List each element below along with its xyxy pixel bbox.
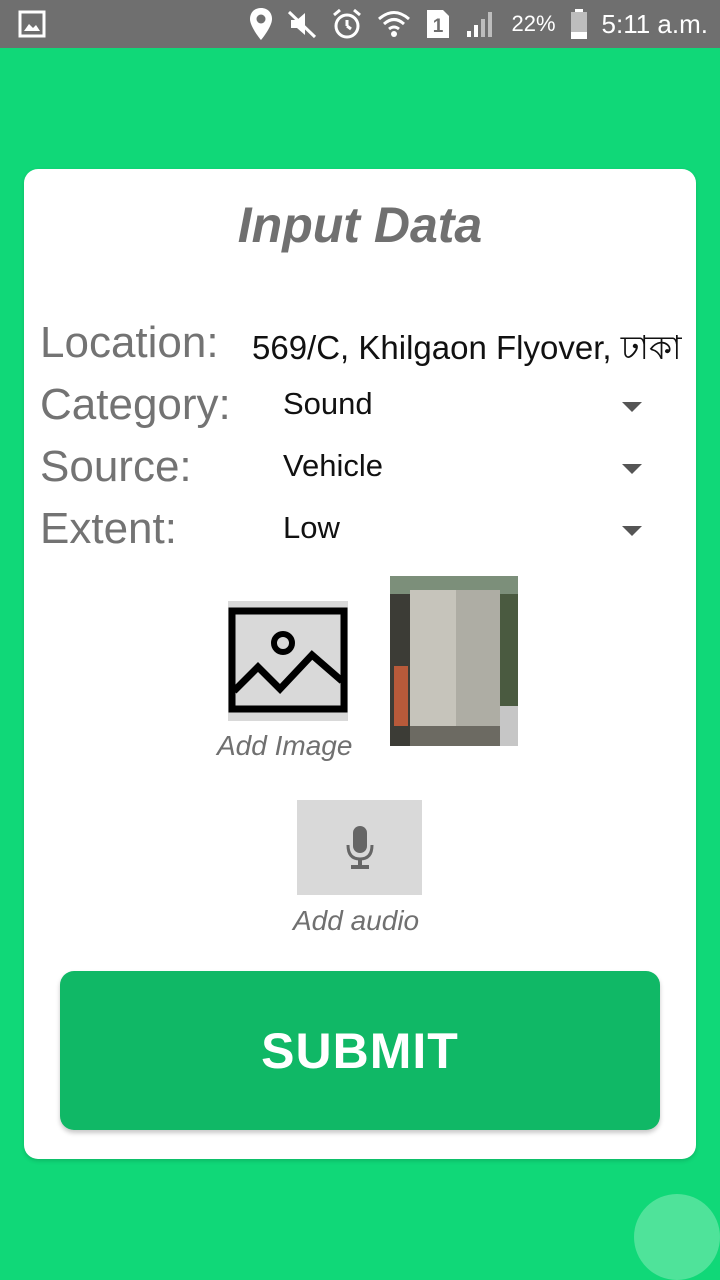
category-selected-value: Sound	[283, 386, 373, 421]
chevron-down-icon	[622, 402, 642, 412]
submit-button[interactable]: SUBMIT	[60, 971, 660, 1130]
source-dropdown[interactable]: Vehicle	[264, 440, 664, 496]
chevron-down-icon	[622, 526, 642, 536]
add-image-button[interactable]	[228, 601, 348, 721]
extent-selected-value: Low	[283, 510, 340, 545]
attached-photo-thumbnail[interactable]	[390, 576, 518, 746]
gallery-icon	[18, 10, 46, 43]
mute-icon	[287, 9, 317, 39]
add-image-label: Add Image	[217, 730, 353, 761]
location-icon	[249, 7, 273, 41]
wifi-icon	[377, 9, 411, 39]
clock: 5:11 a.m.	[601, 8, 708, 39]
submit-label: SUBMIT	[261, 1022, 459, 1079]
alarm-icon	[331, 8, 363, 40]
category-dropdown[interactable]: Sound	[264, 378, 664, 434]
status-bar: 1 22% 5:11 a.m.	[0, 0, 720, 48]
source-label: Source:	[40, 442, 192, 491]
floating-touch-indicator	[634, 1194, 720, 1280]
battery-icon	[570, 8, 588, 40]
extent-dropdown[interactable]: Low	[264, 502, 664, 558]
category-label: Category:	[40, 380, 231, 429]
chevron-down-icon	[622, 464, 642, 474]
signal-icon	[465, 9, 497, 39]
add-audio-label: Add audio	[293, 905, 420, 936]
svg-text:1: 1	[433, 16, 444, 37]
location-value: 569/C, Khilgaon Flyover, ঢাকা	[252, 329, 682, 366]
extent-label: Extent:	[40, 504, 177, 553]
microphone-icon	[346, 825, 373, 869]
add-audio-button[interactable]	[297, 800, 422, 895]
battery-percent: 22%	[511, 11, 556, 36]
source-selected-value: Vehicle	[283, 448, 383, 483]
sim-icon: 1	[425, 8, 451, 40]
image-placeholder-icon	[228, 607, 348, 713]
location-label: Location:	[40, 318, 219, 367]
page-title: Input Data	[237, 197, 483, 253]
